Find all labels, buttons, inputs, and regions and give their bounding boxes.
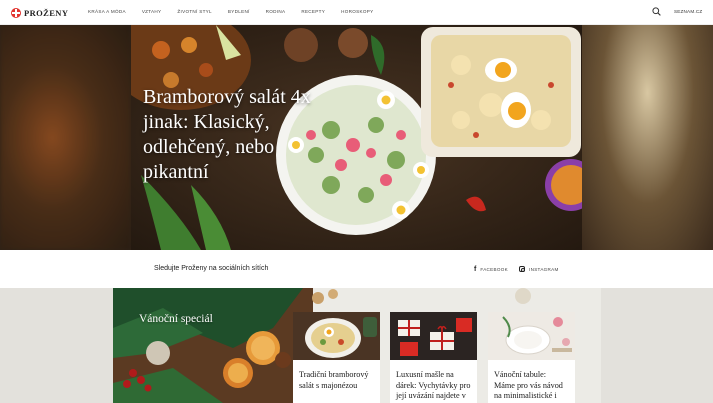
top-bar: PROŽENY KRÁSA A MÓDA VZTAHY ŽIVOTNÍ STYL… — [0, 0, 713, 25]
article-card[interactable]: Luxusní mašle na dárek: Vychytávky pro j… — [390, 312, 477, 403]
logo-flower-icon — [11, 7, 21, 18]
nav-item-zivotni-styl[interactable]: ŽIVOTNÍ STYL — [177, 9, 211, 14]
main-nav: KRÁSA A MÓDA VZTAHY ŽIVOTNÍ STYL BYDLENÍ… — [88, 9, 389, 14]
facebook-icon: f — [474, 266, 477, 273]
hero-article[interactable]: Bramborový salát 4x jinak: Klasický, odl… — [0, 25, 713, 250]
article-card-image — [293, 312, 380, 360]
nav-item-krasa-a-moda[interactable]: KRÁSA A MÓDA — [88, 9, 126, 14]
facebook-label: FACEBOOK — [480, 267, 509, 272]
hero-background-blur-left — [0, 25, 131, 250]
nav-item-bydleni[interactable]: BYDLENÍ — [228, 9, 250, 14]
article-card-title: Luxusní mašle na dárek: Vychytávky pro j… — [396, 370, 471, 403]
search-icon[interactable] — [652, 7, 661, 16]
article-card-title: Tradiční bramborový salát s majonézou — [299, 370, 369, 390]
social-follow-text: Sledujte Proženy na sociálních sítích — [154, 265, 269, 272]
article-card-title: Vánoční tabule: Máme pro vás návod na mi… — [494, 370, 563, 403]
article-card[interactable]: Vánoční tabule: Máme pro vás návod na mi… — [488, 312, 575, 403]
christmas-section-title[interactable]: Vánoční speciál — [139, 313, 213, 325]
site-logo[interactable]: PROŽENY — [11, 6, 68, 19]
article-card[interactable]: Tradiční bramborový salát s majonézou — [293, 312, 380, 403]
hero-background-blur-right — [582, 25, 713, 250]
instagram-link[interactable]: INSTAGRAM — [519, 266, 559, 272]
nav-item-horoskopy[interactable]: HOROSKOPY — [341, 9, 373, 14]
article-card-image — [488, 312, 575, 360]
logo-text: PROŽENY — [24, 7, 69, 18]
instagram-icon — [519, 266, 525, 272]
nav-item-vztahy[interactable]: VZTAHY — [142, 9, 162, 14]
hero-title[interactable]: Bramborový salát 4x jinak: Klasický, odl… — [143, 85, 333, 185]
facebook-link[interactable]: f FACEBOOK — [474, 266, 508, 273]
social-follow-bar: Sledujte Proženy na sociálních sítích f … — [0, 250, 713, 288]
nav-item-recepty[interactable]: RECEPTY — [301, 9, 325, 14]
seznam-link[interactable]: SEZNAM.CZ — [674, 9, 702, 14]
article-card-image — [390, 312, 477, 360]
instagram-label: INSTAGRAM — [529, 266, 559, 272]
nav-item-rodina[interactable]: RODINA — [266, 9, 286, 14]
